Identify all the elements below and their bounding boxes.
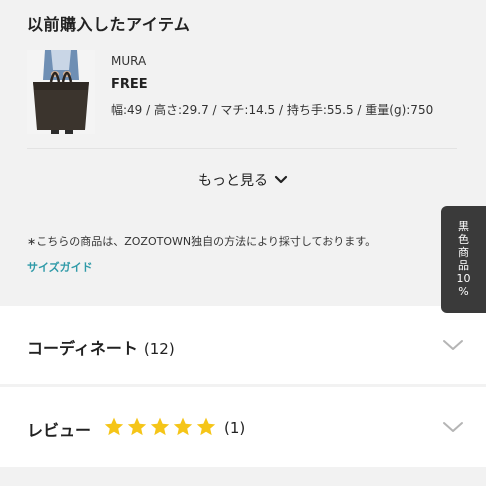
star-icon [196,417,216,436]
side-tab-char: 色 [458,233,469,246]
tote-bag-image [27,50,95,134]
review-label: レビュー [27,421,92,440]
chevron-down-icon [274,173,288,189]
size-guide-link[interactable]: サイズガイド [27,259,93,275]
review-stars [103,416,217,438]
black-items-10-percent-tab[interactable]: 黒色商品 10% [441,206,486,313]
section-title: 以前購入したアイテム [27,15,191,34]
side-tab-char: 10 [456,272,471,285]
show-more-label: もっと見る [198,173,268,189]
side-tab-char: 商 [458,246,469,259]
coordinate-title: コーディネート (12) [27,335,175,359]
item-brand: MURA [111,54,147,68]
side-tab-char: 品 [458,259,469,272]
star-icon [127,417,147,436]
item-thumbnail[interactable] [27,50,95,134]
side-tab-char: % [458,285,469,298]
measurement-note: ∗こちらの商品は、ZOZOTOWN独自の方法により採寸しております。 [27,235,377,248]
item-size: FREE [111,77,148,92]
coordinate-label: コーディネート [27,339,138,358]
star-icon [104,417,124,436]
coordinate-accordion[interactable]: コーディネート (12) [0,306,486,384]
review-count: (1) [224,419,246,437]
chevron-down-icon [442,337,464,356]
side-tab-char: 黒 [458,220,469,233]
purchased-item[interactable]: MURA FREE 幅:49 / 高さ:29.7 / マチ:14.5 / 持ち手… [27,50,457,138]
coordinate-count: (12) [143,340,175,358]
show-more-button[interactable]: もっと見る [0,170,486,190]
item-dimensions: 幅:49 / 高さ:29.7 / マチ:14.5 / 持ち手:55.5 / 重量… [111,103,434,117]
star-icon [150,417,170,436]
divider [27,148,457,149]
star-icon [173,417,193,436]
chevron-down-icon [442,419,464,438]
